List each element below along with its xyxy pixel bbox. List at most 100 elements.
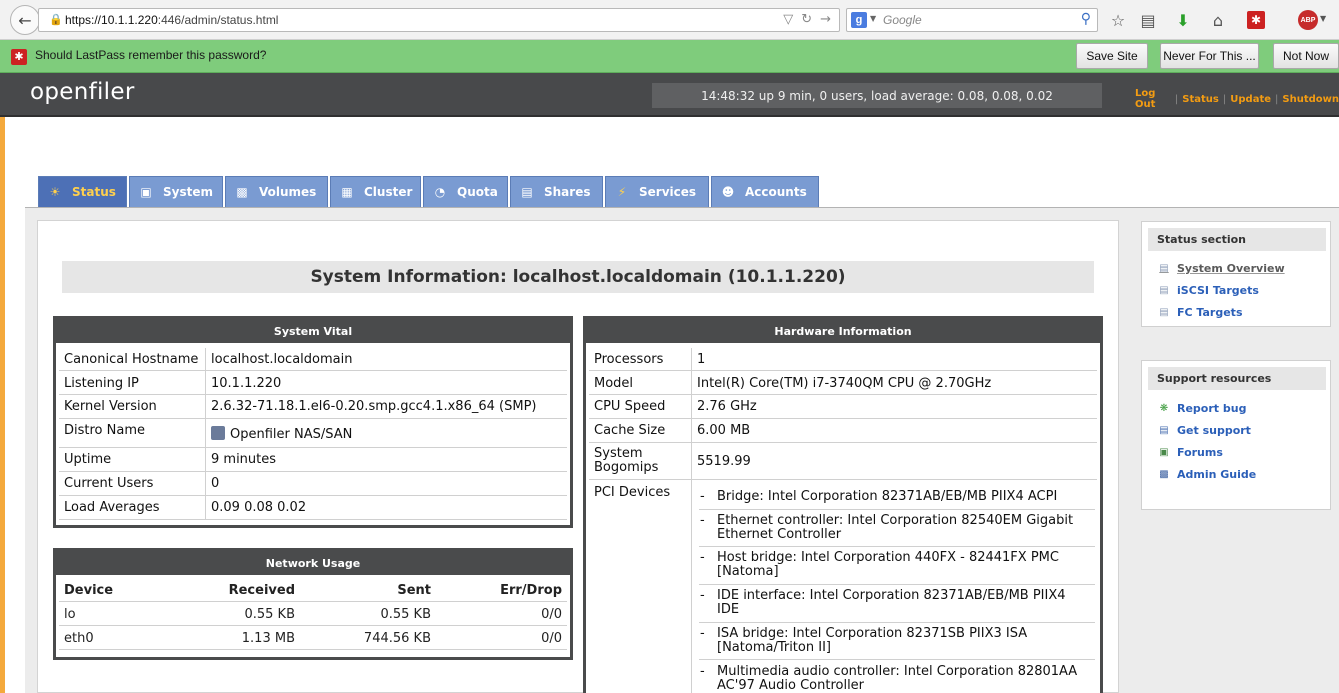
net-received: 1.13 MB bbox=[241, 631, 295, 646]
distro-icon bbox=[211, 426, 225, 440]
net-errdrop: 0/0 bbox=[541, 631, 562, 646]
header-links: Log Out | Status | Update | Shutdown bbox=[1135, 88, 1339, 110]
vital-value: 9 minutes bbox=[211, 452, 277, 467]
uptime-status: 14:48:32 up 9 min, 0 users, load average… bbox=[652, 83, 1102, 108]
not-now-button[interactable]: Not Now bbox=[1273, 43, 1339, 69]
main-tabs: ☀ Status ▣ System ▩ Volumes ▦ Cluster ◔ … bbox=[38, 176, 821, 207]
page-title: System Information: localhost.localdomai… bbox=[62, 261, 1094, 293]
hw-value: 5519.99 bbox=[697, 454, 751, 469]
vital-value: 0 bbox=[211, 476, 220, 491]
hw-label: Cache Size bbox=[594, 423, 666, 438]
sidebar-item-iscsi-targets[interactable]: ▤ iSCSI Targets bbox=[1157, 284, 1259, 297]
column-header-received: Received bbox=[228, 583, 295, 598]
sidebar-item-fc-targets[interactable]: ▤ FC Targets bbox=[1157, 306, 1242, 319]
vital-value: Openfiler NAS/SAN bbox=[211, 426, 566, 442]
pie-chart-icon: ◔ bbox=[434, 185, 446, 199]
network-usage-title: Network Usage bbox=[56, 551, 570, 575]
hw-label: Processors bbox=[594, 352, 664, 367]
sidebar-item-admin-guide[interactable]: ▩ Admin Guide bbox=[1157, 468, 1256, 481]
server-icon: ▤ bbox=[1159, 263, 1169, 274]
disk-icon: ▩ bbox=[236, 185, 248, 199]
sidebar-item-report-bug[interactable]: ❋ Report bug bbox=[1157, 402, 1247, 415]
save-site-button[interactable]: Save Site bbox=[1076, 43, 1148, 69]
adblock-icon[interactable]: ABP bbox=[1298, 10, 1318, 30]
bug-icon: ❋ bbox=[1159, 403, 1169, 414]
tab-system[interactable]: ▣ System bbox=[129, 176, 223, 207]
tab-status[interactable]: ☀ Status bbox=[38, 176, 127, 207]
vital-label: Listening IP bbox=[64, 376, 139, 391]
lock-icon: 🔒 bbox=[49, 13, 63, 26]
vital-value: 0.09 0.08 0.02 bbox=[211, 500, 307, 515]
status-section-title: Status section bbox=[1148, 228, 1326, 251]
tab-cluster[interactable]: ▦ Cluster bbox=[330, 176, 421, 207]
support-resources-box: Support resources ❋ Report bug ▤ Get suppo… bbox=[1141, 360, 1331, 510]
lastpass-icon: ✱ bbox=[11, 49, 27, 65]
search-placeholder: Google bbox=[883, 13, 922, 27]
home-icon[interactable]: ⌂ bbox=[1207, 9, 1229, 31]
forums-icon: ▣ bbox=[1159, 447, 1169, 458]
hw-value: Intel(R) Core(TM) i7-3740QM CPU @ 2.70GH… bbox=[697, 376, 992, 391]
hw-value: 6.00 MB bbox=[697, 423, 751, 438]
hardware-info-title: Hardware Information bbox=[586, 319, 1100, 343]
net-sent: 0.55 KB bbox=[380, 607, 431, 622]
shutdown-link[interactable]: Shutdown bbox=[1282, 94, 1339, 105]
reading-list-icon[interactable]: ▤ bbox=[1137, 9, 1159, 31]
update-link[interactable]: Update bbox=[1230, 94, 1271, 105]
shares-icon: ▤ bbox=[521, 185, 533, 199]
sidebar-item-get-support[interactable]: ▤ Get support bbox=[1157, 424, 1251, 437]
chevron-down-icon[interactable]: ▼ bbox=[870, 14, 876, 23]
download-icon[interactable]: ⬇ bbox=[1172, 9, 1194, 31]
logout-link[interactable]: Log Out bbox=[1135, 88, 1171, 110]
tab-accounts[interactable]: ☻ Accounts bbox=[711, 176, 819, 207]
chevron-down-icon[interactable]: ▼ bbox=[1320, 14, 1326, 23]
users-icon: ☻ bbox=[721, 185, 735, 199]
hw-label: Model bbox=[594, 376, 634, 391]
bookmark-star-icon[interactable]: ☆ bbox=[1107, 9, 1129, 31]
tab-volumes[interactable]: ▩ Volumes bbox=[225, 176, 328, 207]
vital-value: localhost.localdomain bbox=[211, 352, 353, 367]
support-icon: ▤ bbox=[1159, 425, 1169, 436]
system-vital-panel: System Vital bbox=[53, 316, 573, 528]
sun-icon: ☀ bbox=[49, 185, 61, 199]
vital-value: 2.6.32-71.18.1.el6-0.20.smp.gcc4.1.x86_6… bbox=[211, 399, 537, 414]
tab-services[interactable]: ⚡ Services bbox=[605, 176, 709, 207]
search-icon[interactable]: ⚲ bbox=[1081, 11, 1091, 27]
net-received: 0.55 KB bbox=[244, 607, 295, 622]
url-bar[interactable]: 🔒 https://10.1.1.220:446/admin/status.ht… bbox=[38, 8, 840, 32]
net-device: eth0 bbox=[64, 631, 94, 646]
book-icon: ▩ bbox=[1159, 469, 1169, 480]
net-sent: 744.56 KB bbox=[363, 631, 431, 646]
system-vital-title: System Vital bbox=[56, 319, 570, 343]
hw-label: CPU Speed bbox=[594, 399, 666, 414]
support-resources-title: Support resources bbox=[1148, 367, 1326, 390]
vital-label: Current Users bbox=[64, 476, 154, 491]
vital-label: Canonical Hostname bbox=[64, 352, 199, 367]
column-header-sent: Sent bbox=[397, 583, 431, 598]
reload-icon[interactable]: ↻ bbox=[801, 12, 812, 27]
search-bar[interactable]: g ▼ Google ⚲ bbox=[846, 8, 1098, 32]
never-for-this-button[interactable]: Never For This ... bbox=[1160, 43, 1259, 69]
vital-label: Load Averages bbox=[64, 500, 160, 515]
hw-label: System Bogomips bbox=[594, 446, 659, 475]
forward-arrow-icon[interactable]: → bbox=[820, 12, 831, 27]
monitor-icon: ▣ bbox=[140, 185, 152, 199]
status-section-box: Status section ▤ System Overview ▤ iSCSI T… bbox=[1141, 221, 1331, 327]
sidebar-item-system-overview[interactable]: ▤ System Overview bbox=[1157, 262, 1284, 275]
url-text: https://10.1.1.220:446/admin/status.html bbox=[65, 13, 279, 27]
back-arrow-icon[interactable]: ← bbox=[10, 5, 40, 35]
hw-value: 2.76 GHz bbox=[697, 399, 757, 414]
tab-shares[interactable]: ▤ Shares bbox=[510, 176, 603, 207]
vital-label: Uptime bbox=[64, 452, 112, 467]
openfiler-logo: openfiler bbox=[30, 79, 135, 105]
vital-label: Kernel Version bbox=[64, 399, 157, 414]
sidebar-item-forums[interactable]: ▣ Forums bbox=[1157, 446, 1223, 459]
dropdown-arrow-icon[interactable]: ▽ bbox=[783, 12, 793, 27]
lastpass-icon[interactable]: ✱ bbox=[1247, 11, 1265, 29]
hw-value: 1 bbox=[697, 352, 706, 367]
vital-label: Distro Name bbox=[64, 423, 145, 438]
google-logo-icon[interactable]: g bbox=[851, 12, 867, 28]
column-header-errdrop: Err/Drop bbox=[500, 583, 562, 598]
hw-label: PCI Devices bbox=[594, 485, 671, 500]
status-link[interactable]: Status bbox=[1182, 94, 1219, 105]
tab-quota[interactable]: ◔ Quota bbox=[423, 176, 508, 207]
